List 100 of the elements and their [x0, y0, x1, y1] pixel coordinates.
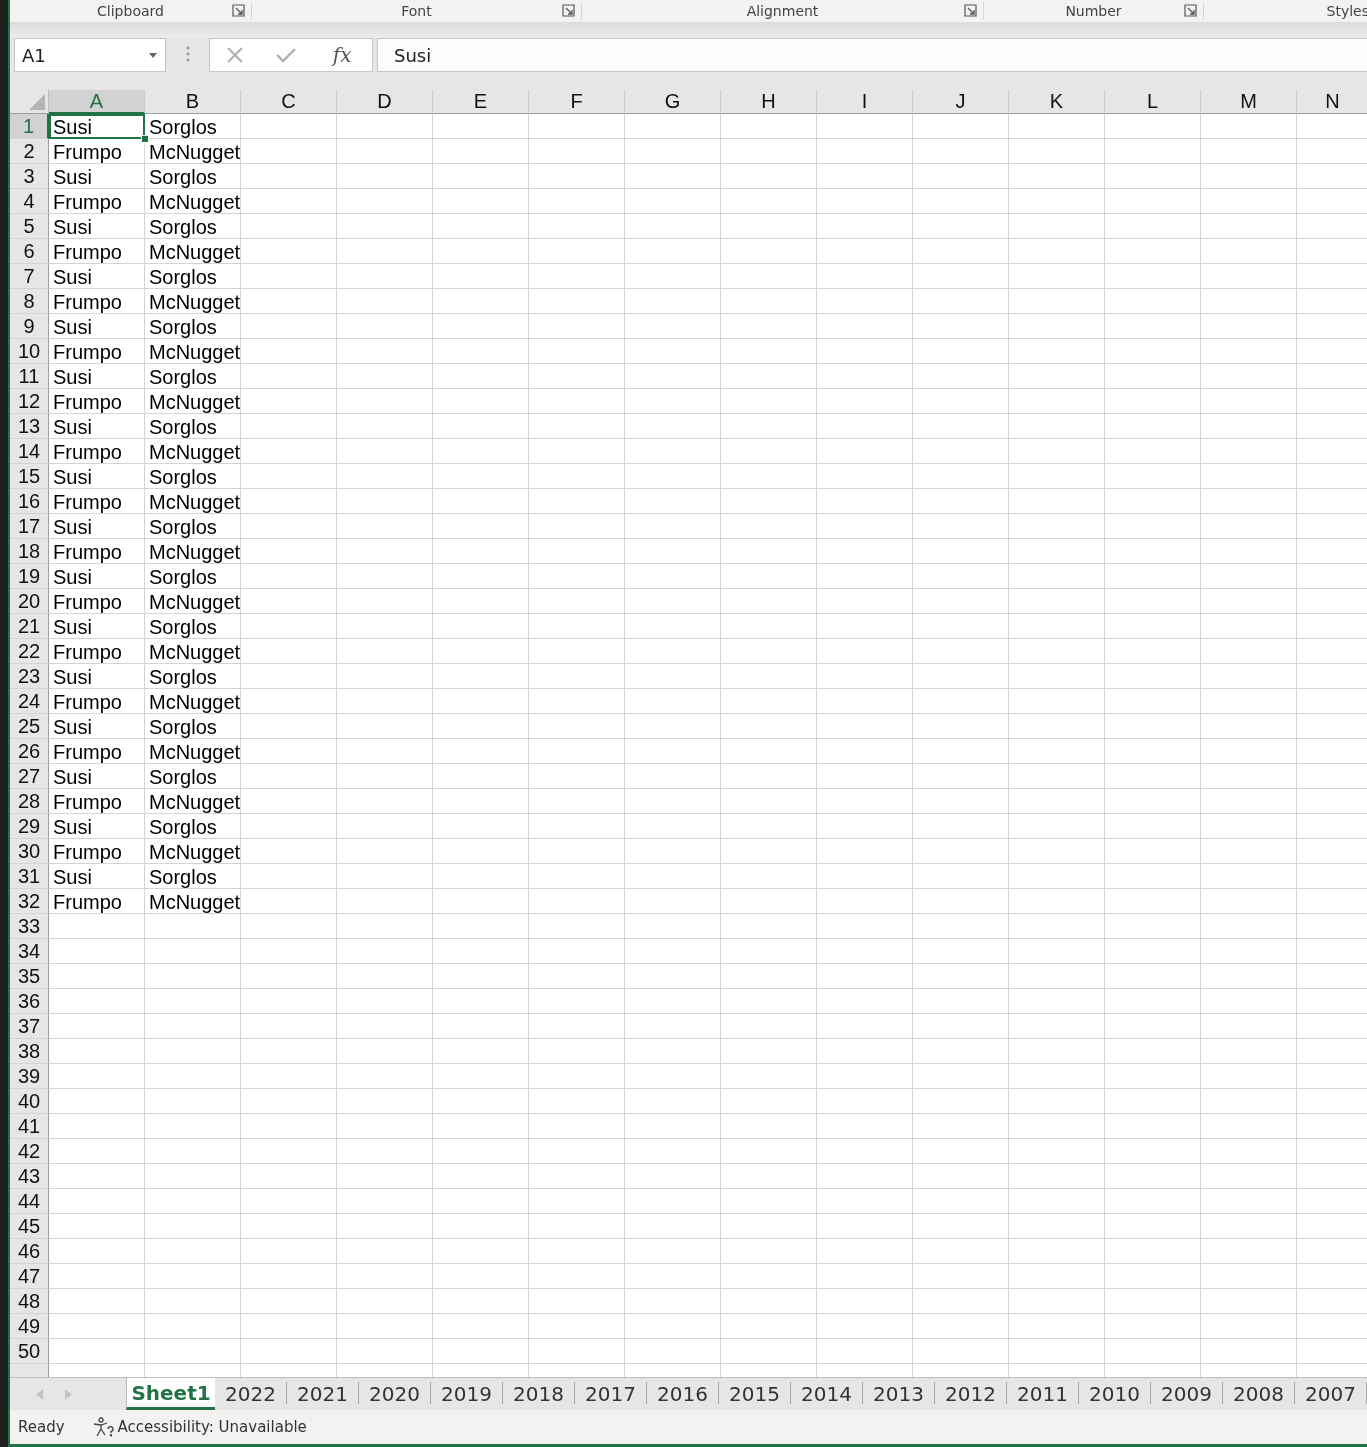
row-header[interactable]: 22 [10, 639, 49, 664]
row-header[interactable]: 40 [10, 1089, 49, 1114]
name-box[interactable]: A1 [14, 38, 166, 72]
row-header[interactable]: 43 [10, 1164, 49, 1189]
row-header[interactable]: 7 [10, 264, 49, 289]
row-header[interactable]: 12 [10, 389, 49, 414]
sheet-tab[interactable]: 2020 [359, 1382, 431, 1404]
row-header[interactable]: 5 [10, 214, 49, 239]
table-cell[interactable]: Sorglos [145, 764, 241, 789]
table-cell[interactable]: Sorglos [145, 364, 241, 389]
column-header[interactable]: E [433, 90, 529, 114]
table-cell[interactable]: Susi [49, 764, 145, 789]
table-cell[interactable]: McNugget [145, 689, 241, 714]
row-header[interactable]: 34 [10, 939, 49, 964]
row-header[interactable]: 46 [10, 1239, 49, 1264]
table-cell[interactable]: Susi [49, 814, 145, 839]
sheet-tab[interactable]: Sheet1 [126, 1378, 215, 1410]
row-header[interactable]: 38 [10, 1039, 49, 1064]
column-header[interactable]: M [1201, 90, 1297, 114]
sheet-tab[interactable]: 2008 [1223, 1382, 1295, 1404]
row-header[interactable]: 49 [10, 1314, 49, 1339]
row-header[interactable]: 45 [10, 1214, 49, 1239]
table-cell[interactable]: McNugget [145, 839, 241, 864]
row-header[interactable]: 50 [10, 1339, 49, 1364]
row-header[interactable]: 13 [10, 414, 49, 439]
table-cell[interactable]: Sorglos [145, 664, 241, 689]
row-header[interactable]: 36 [10, 989, 49, 1014]
row-header[interactable]: 10 [10, 339, 49, 364]
table-cell[interactable]: Susi [49, 364, 145, 389]
column-header[interactable]: G [625, 90, 721, 114]
table-cell[interactable]: Frumpo [49, 739, 145, 764]
table-cell[interactable]: Susi [49, 614, 145, 639]
sheet-tab[interactable]: 2009 [1151, 1382, 1223, 1404]
row-header[interactable]: 29 [10, 814, 49, 839]
table-cell[interactable]: Susi [49, 864, 145, 889]
column-header[interactable]: F [529, 90, 625, 114]
table-cell[interactable]: Frumpo [49, 139, 145, 164]
sheet-tab[interactable]: 2015 [719, 1382, 791, 1404]
column-header[interactable]: A [49, 90, 145, 114]
table-cell[interactable]: Frumpo [49, 239, 145, 264]
table-cell[interactable]: McNugget [145, 139, 241, 164]
table-cell[interactable]: McNugget [145, 339, 241, 364]
row-header[interactable]: 14 [10, 439, 49, 464]
column-header[interactable]: K [1009, 90, 1105, 114]
table-cell[interactable]: Susi [49, 464, 145, 489]
row-header[interactable]: 19 [10, 564, 49, 589]
row-header[interactable]: 28 [10, 789, 49, 814]
table-cell[interactable]: McNugget [145, 189, 241, 214]
row-header[interactable]: 15 [10, 464, 49, 489]
table-cell[interactable]: Sorglos [145, 264, 241, 289]
corner-arrow-icon[interactable] [562, 4, 575, 17]
row-header[interactable]: 39 [10, 1064, 49, 1089]
row-header[interactable]: 2 [10, 139, 49, 164]
table-cell[interactable]: Susi [49, 714, 145, 739]
table-cell[interactable]: Susi [49, 414, 145, 439]
column-header[interactable]: C [241, 90, 337, 114]
table-cell[interactable]: Susi [49, 564, 145, 589]
row-header[interactable]: 1 [10, 114, 49, 139]
table-cell[interactable]: Susi [49, 164, 145, 189]
corner-arrow-icon[interactable] [964, 4, 977, 17]
table-cell[interactable]: McNugget [145, 539, 241, 564]
insert-function-button[interactable]: fx [328, 43, 356, 67]
table-cell[interactable]: Susi [49, 314, 145, 339]
table-cell[interactable]: Frumpo [49, 339, 145, 364]
sheet-tab[interactable]: 2019 [431, 1382, 503, 1404]
person-icon[interactable] [92, 1417, 115, 1437]
row-header[interactable]: 23 [10, 664, 49, 689]
column-header[interactable]: N [1297, 90, 1367, 114]
row-header[interactable]: 20 [10, 589, 49, 614]
row-header[interactable]: 9 [10, 314, 49, 339]
table-cell[interactable]: McNugget [145, 589, 241, 614]
table-cell[interactable]: Sorglos [145, 414, 241, 439]
row-header[interactable]: 31 [10, 864, 49, 889]
column-header[interactable]: L [1105, 90, 1201, 114]
row-header[interactable]: 24 [10, 689, 49, 714]
row-header[interactable]: 26 [10, 739, 49, 764]
sheet-tab[interactable]: 2021 [287, 1382, 359, 1404]
row-header[interactable]: 33 [10, 914, 49, 939]
row-header[interactable]: 8 [10, 289, 49, 314]
column-header[interactable]: I [817, 90, 913, 114]
table-cell[interactable]: Sorglos [145, 714, 241, 739]
table-cell[interactable]: Susi [49, 214, 145, 239]
table-cell[interactable]: Sorglos [145, 214, 241, 239]
row-header[interactable]: 48 [10, 1289, 49, 1314]
check-icon[interactable] [275, 47, 296, 63]
row-header[interactable]: 3 [10, 164, 49, 189]
table-cell[interactable]: Sorglos [145, 514, 241, 539]
row-header[interactable]: 37 [10, 1014, 49, 1039]
column-header[interactable]: D [337, 90, 433, 114]
row-header[interactable]: 44 [10, 1189, 49, 1214]
table-cell[interactable]: Susi [49, 264, 145, 289]
table-cell[interactable]: Frumpo [49, 889, 145, 914]
table-cell[interactable]: Frumpo [49, 839, 145, 864]
column-header[interactable]: H [721, 90, 817, 114]
table-cell[interactable]: Frumpo [49, 389, 145, 414]
sheet-tab[interactable]: 2014 [791, 1382, 863, 1404]
table-cell[interactable]: Frumpo [49, 439, 145, 464]
sheet-tab[interactable]: 2007 [1295, 1382, 1367, 1404]
row-header[interactable]: 18 [10, 539, 49, 564]
table-cell[interactable]: Sorglos [145, 314, 241, 339]
